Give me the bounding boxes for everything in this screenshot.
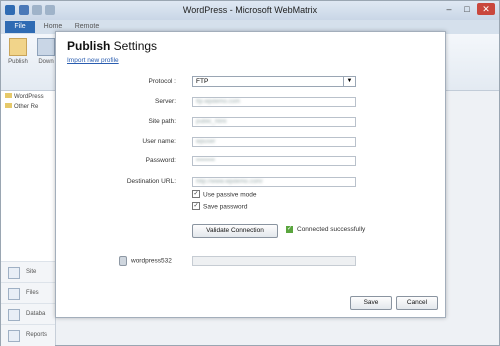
user-name-input[interactable]: wpuser (192, 137, 356, 147)
password-value: ••••••••• (196, 158, 215, 164)
database-icon (8, 309, 20, 321)
workspace-site[interactable]: Site (1, 261, 55, 283)
publish-settings-dialog: Publish Settings Import new profile Prot… (55, 31, 446, 318)
server-value: ftp.wpdemo.com (196, 99, 241, 105)
password-label: Password: (145, 157, 176, 164)
database-name: wordpress532 (131, 257, 172, 265)
files-icon (8, 288, 20, 300)
title-bar: WordPress - Microsoft WebMatrix – □ ✕ (1, 1, 499, 20)
close-button[interactable]: ✕ (477, 3, 495, 15)
protocol-label: Protocol : (148, 78, 176, 85)
site-path-label: Site path: (148, 118, 176, 125)
server-label: Server: (155, 98, 176, 105)
cancel-button[interactable]: Cancel (396, 296, 438, 310)
database-row: wordpress532 (119, 256, 172, 266)
passive-mode-label: Use passive mode (203, 191, 257, 199)
minimize-button[interactable]: – (441, 3, 457, 15)
tree-item-label: Other Re (14, 104, 39, 110)
download-icon (37, 38, 55, 56)
publish-icon (9, 38, 27, 56)
password-input[interactable]: ••••••••• (192, 156, 356, 166)
dialog-title-bold: Publish (67, 39, 111, 53)
site-icon (8, 267, 20, 279)
workspace-reports[interactable]: Reports (1, 324, 55, 346)
dialog-title-rest: Settings (110, 39, 158, 53)
database-field (192, 256, 356, 266)
workspace-label: Files (26, 290, 39, 296)
publish-label: Publish (8, 59, 28, 65)
reports-icon (8, 330, 20, 342)
save-password-checkbox[interactable]: ✓ Save password (192, 202, 248, 211)
workspace-label: Databa (26, 311, 46, 317)
site-path-value: public_html (196, 119, 227, 125)
tab-file[interactable]: File (5, 21, 35, 33)
server-input[interactable]: ftp.wpdemo.com (192, 97, 356, 107)
publish-button[interactable]: Publish (5, 38, 31, 65)
workspace-label: Site (26, 269, 37, 275)
success-check-icon: ✓ (286, 226, 293, 233)
maximize-button[interactable]: □ (459, 3, 475, 15)
destination-url-value: http://www.wpdemo.com/ (196, 179, 263, 185)
download-label: Down (38, 59, 54, 65)
workspace-databases[interactable]: Databa (1, 303, 55, 325)
left-pane: WordPress Other Re Site Files Databa Rep… (1, 91, 56, 346)
status-text: Connected successfully (297, 226, 366, 234)
tree-item-label: WordPress (14, 94, 44, 100)
tree-item-other[interactable]: Other Re (5, 103, 38, 110)
chevron-down-icon[interactable]: ▼ (343, 77, 355, 86)
import-profile-link[interactable]: Import new profile (67, 57, 119, 64)
passive-mode-checkbox[interactable]: ✓ Use passive mode (192, 190, 257, 199)
checkmark-icon: ✓ (192, 202, 200, 210)
tree-item-wordpress[interactable]: WordPress (5, 93, 44, 100)
folder-icon (5, 103, 12, 108)
workspace-label: Reports (26, 332, 48, 338)
connection-status: ✓ Connected successfully (286, 226, 365, 233)
dialog-title: Publish Settings (67, 39, 157, 53)
protocol-value: FTP (196, 78, 209, 85)
database-icon (119, 256, 127, 266)
window-title: WordPress - Microsoft WebMatrix (182, 5, 318, 15)
validate-connection-button[interactable]: Validate Connection (192, 224, 278, 238)
workspace-files[interactable]: Files (1, 282, 55, 304)
site-path-input[interactable]: public_html (192, 117, 356, 127)
user-name-value: wpuser (196, 139, 216, 145)
protocol-select[interactable]: FTP ▼ (192, 76, 356, 87)
checkmark-icon: ✓ (192, 190, 200, 198)
destination-url-label: Destination URL: (126, 178, 176, 185)
webmatrix-window: WordPress - Microsoft WebMatrix – □ ✕ Fi… (0, 0, 500, 346)
folder-icon (5, 93, 12, 98)
destination-url-input[interactable]: http://www.wpdemo.com/ (192, 177, 356, 187)
user-name-label: User name: (142, 138, 176, 145)
save-password-label: Save password (203, 203, 248, 211)
save-button[interactable]: Save (350, 296, 392, 310)
